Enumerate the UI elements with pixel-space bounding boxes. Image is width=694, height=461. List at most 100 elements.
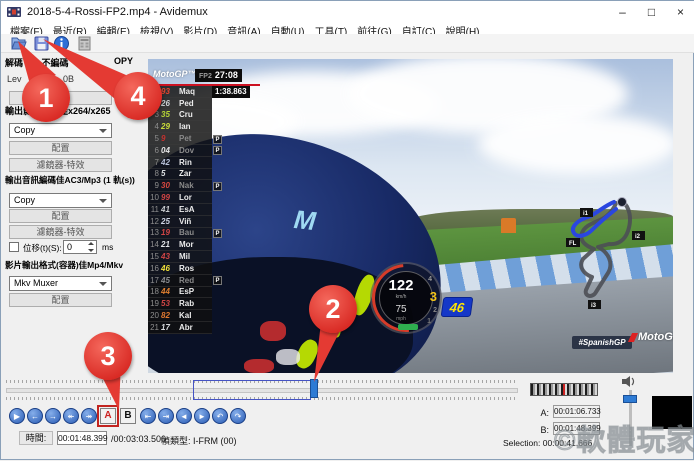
rider-position-dot [618, 198, 627, 207]
first-frame-button[interactable]: ⇤ [140, 408, 156, 424]
video-codec-select[interactable]: Copy [9, 123, 112, 138]
standings-position: 19 [148, 299, 161, 308]
rider-number: 5 [161, 169, 179, 178]
next-frame-button[interactable]: → [45, 408, 61, 424]
standings-position: 9 [148, 181, 161, 190]
gauge-gear-prev: 4 [428, 276, 432, 283]
standings-row: 1646Ros [148, 263, 266, 275]
sector-label-i3: i3 [588, 300, 601, 309]
shift-spinbox[interactable]: 0 [63, 240, 97, 254]
standings-row: 1319BauP [148, 228, 266, 240]
rider-name: Bau [179, 228, 207, 237]
standings-position: 10 [148, 193, 161, 202]
video-configure-button[interactable]: 配置 [9, 141, 112, 155]
standings-row: 1745RedP [148, 275, 266, 287]
shift-label: 位移(t)(S): [23, 242, 62, 254]
sector-label-i1: i1 [580, 208, 593, 217]
open-file-icon[interactable] [10, 35, 27, 52]
rider-number: 25 [161, 217, 179, 226]
audio-configure-button[interactable]: 配置 [9, 209, 112, 223]
rider-number: 17 [161, 323, 179, 332]
standings-row: 1099Lor [148, 192, 266, 204]
svg-text:i2: i2 [635, 234, 641, 240]
rossi-46-logo: 46 [441, 297, 474, 317]
shift-value: 0 [67, 242, 72, 252]
annotation-text-fragment: Lev [7, 74, 22, 84]
rider-number: 93 [161, 87, 179, 96]
pit-badge: P [213, 276, 222, 285]
standings-row: 1844EsP [148, 287, 266, 299]
time-label: 時間: [19, 431, 53, 445]
audio-codec-select[interactable]: Copy [9, 193, 112, 208]
rider-name: EsA [179, 205, 207, 214]
audio-filters-button[interactable]: 濾鏡器-特效 [9, 225, 112, 239]
scrub-wheel[interactable] [530, 383, 598, 396]
rider-name: Mil [179, 252, 207, 261]
volume-slider-handle[interactable] [623, 395, 637, 403]
trackside-marker-decoration [501, 218, 516, 233]
leader-lap-time: 1:38.863 [212, 86, 250, 98]
next-keyframe-button[interactable]: ↠ [81, 408, 97, 424]
last-frame-button[interactable]: ⇥ [158, 408, 174, 424]
jobs-icon[interactable] [76, 35, 93, 52]
pit-badge: P [213, 182, 222, 191]
rider-name: Cru [179, 110, 207, 119]
rider-name: Abr [179, 323, 207, 332]
avidemux-app-icon [7, 5, 21, 19]
standings-position: 20 [148, 311, 161, 320]
annotation-balloon-1: 1 [22, 74, 70, 122]
rider-number: 53 [161, 299, 179, 308]
spinner-arrows-icon[interactable] [86, 242, 95, 252]
motogp-wordmark: MotoGP™ [153, 69, 197, 79]
timeline-handle[interactable] [310, 379, 318, 398]
standings-row: 85Zar [148, 169, 266, 181]
jump-forward-button[interactable]: ↷ [230, 408, 246, 424]
annotation-text-fragment: 解碼 [5, 56, 23, 69]
rider-name: Kal [179, 311, 207, 320]
rider-number: 04 [161, 146, 179, 155]
session-label: FP2 [199, 73, 212, 80]
standings-row: 2117Abr [148, 322, 266, 334]
muxer-select[interactable]: Mkv Muxer [9, 276, 112, 291]
information-icon[interactable] [53, 35, 70, 52]
current-time-field[interactable]: 00:01:48.399 [57, 431, 107, 445]
shift-checkbox[interactable] [9, 242, 19, 252]
previous-frame-button[interactable]: ← [27, 408, 43, 424]
play-button[interactable]: ▶ [9, 408, 25, 424]
standings-row: 742Rin [148, 157, 266, 169]
rider-number: 82 [161, 311, 179, 320]
standings-position: 18 [148, 287, 161, 296]
standings-position: 12 [148, 217, 161, 226]
movistar-logo: M [292, 204, 317, 237]
marker-b-button[interactable]: B [120, 408, 136, 424]
video-filters-button[interactable]: 濾鏡器-特效 [9, 158, 112, 172]
standings-row: 1421Mor [148, 239, 266, 251]
save-icon[interactable] [33, 35, 50, 52]
rider-number: 41 [161, 205, 179, 214]
minimize-button[interactable]: – [608, 1, 637, 23]
standings-list: 193Maq1:38.863226Ped335Cru429Ian59PetP60… [148, 86, 266, 334]
output-format-header: 影片輸出格式(容器)佳Mp4/Mkv [5, 259, 123, 271]
jump-back-button[interactable]: ↶ [212, 408, 228, 424]
shift-unit: ms [102, 242, 113, 252]
close-button[interactable]: × [666, 1, 694, 23]
muxer-configure-button[interactable]: 配置 [9, 293, 112, 307]
rider-name: Rin [179, 158, 207, 167]
next-black-frame-button[interactable]: ► [194, 408, 210, 424]
suit-white-decoration [276, 349, 300, 365]
rider-number: 44 [161, 287, 179, 296]
marker-b-label: B: [537, 425, 549, 435]
standings-position: 15 [148, 252, 161, 261]
rider-name: Ros [179, 264, 207, 273]
previous-black-frame-button[interactable]: ◄ [176, 408, 192, 424]
previous-keyframe-button[interactable]: ↞ [63, 408, 79, 424]
speed-gauge-overlay: 122 km/h 75 mph 3 4 2 1 [370, 262, 442, 334]
maximize-button[interactable]: □ [637, 1, 666, 23]
rider-number: 19 [161, 228, 179, 237]
rider-name: Pet [179, 134, 207, 143]
audio-output-header: 輸出音訊編碼佳AC3/Mp3 (1 軌(s)) [5, 174, 135, 186]
standings-row: 429Ian [148, 121, 266, 133]
rider-number: 26 [161, 99, 179, 108]
annotation-balloon-4: 4 [114, 72, 162, 120]
circuit-map-overlay: i1 FL i2 i3 [546, 189, 656, 314]
